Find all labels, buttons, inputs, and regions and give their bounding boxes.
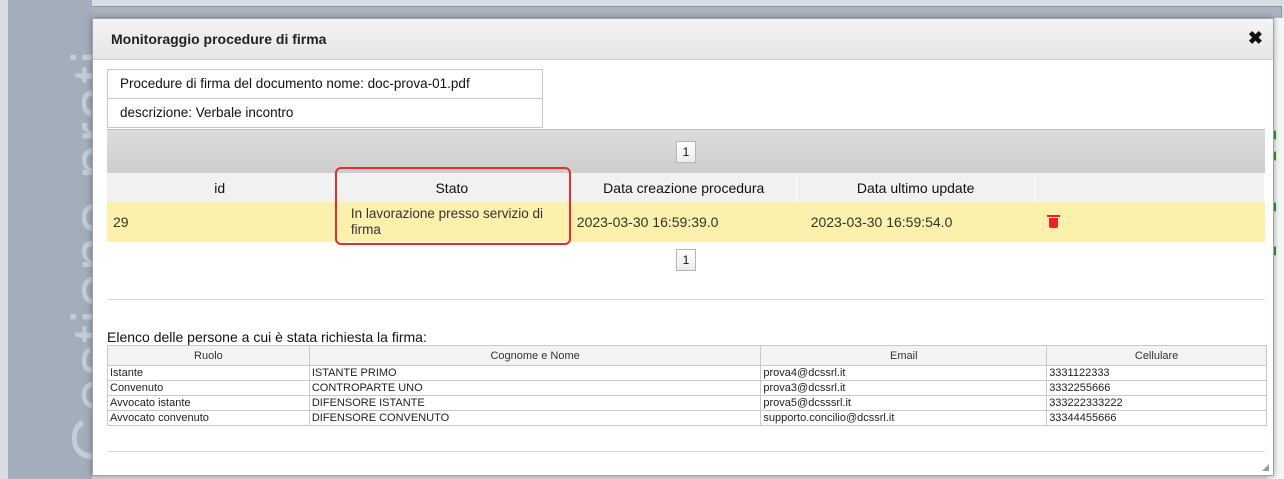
table-row[interactable]: Avvocato convenuto DIFENSORE CONVENUTO s… <box>107 410 1267 426</box>
cell-nome: CONTROPARTE UNO <box>308 380 762 396</box>
persons-table: Ruolo Cognome e Nome Email Cellulare Ist… <box>107 345 1267 426</box>
signature-monitoring-dialog: Monitoraggio procedure di firma ✖ Proced… <box>92 18 1274 476</box>
cell-ruolo: Avvocato convenuto <box>107 410 310 426</box>
cell-nome: DIFENSORE CONVENUTO <box>308 410 762 426</box>
column-header-ruolo[interactable]: Ruolo <box>107 345 310 366</box>
cell-cellulare: 333222333222 <box>1046 395 1267 411</box>
document-name-line: Procedure di firma del documento nome: d… <box>120 76 470 91</box>
cell-ruolo: Istante <box>107 365 310 381</box>
cell-actions <box>1034 202 1265 242</box>
cell-ruolo: Avvocato istante <box>107 395 310 411</box>
document-info-box: Procedure di firma del documento nome: d… <box>107 69 543 128</box>
cell-nome: DIFENSORE ISTANTE <box>308 395 762 411</box>
column-header-email[interactable]: Email <box>760 345 1048 366</box>
persons-header-row: Ruolo Cognome e Nome Email Cellulare <box>107 345 1267 366</box>
cell-ruolo: Convenuto <box>107 380 310 396</box>
dialog-title: Monitoraggio procedure di firma <box>111 31 327 47</box>
resize-handle-icon[interactable] <box>1262 464 1269 471</box>
column-header-nome[interactable]: Cognome e Nome <box>308 345 762 366</box>
table-row[interactable]: Avvocato istante DIFENSORE ISTANTE prova… <box>107 395 1267 411</box>
divider <box>107 451 1265 452</box>
column-header-id[interactable]: id <box>107 173 334 202</box>
persons-list-title: Elenco delle persone a cui è stata richi… <box>107 329 427 345</box>
column-header-actions <box>1034 173 1265 202</box>
cell-cellulare: 3332255666 <box>1046 380 1267 396</box>
background-watermark: Gestione prati <box>60 48 93 463</box>
column-header-stato[interactable]: Stato <box>332 173 572 202</box>
cell-nome: ISTANTE PRIMO <box>308 365 762 381</box>
dialog-titlebar[interactable]: Monitoraggio procedure di firma ✖ <box>93 19 1273 60</box>
cell-email: prova5@dcsssrl.it <box>760 395 1048 411</box>
cell-updated: 2023-03-30 16:59:54.0 <box>796 202 1035 242</box>
column-header-updated[interactable]: Data ultimo update <box>796 173 1036 202</box>
cell-email: prova4@dcssrl.it <box>760 365 1048 381</box>
column-header-cellulare[interactable]: Cellulare <box>1046 345 1267 366</box>
divider <box>107 299 1265 300</box>
table-row[interactable]: Istante ISTANTE PRIMO prova4@dcssrl.it 3… <box>107 365 1267 381</box>
procedures-table: id Stato Data creazione procedura Data u… <box>107 173 1265 242</box>
procedures-header-row: id Stato Data creazione procedura Data u… <box>107 173 1265 202</box>
cell-stato: In lavorazione presso servizio di firma <box>332 202 571 242</box>
table-row[interactable]: Convenuto CONTROPARTE UNO prova3@dcssrl.… <box>107 380 1267 396</box>
cell-id: 29 <box>107 202 333 242</box>
cell-created: 2023-03-30 16:59:39.0 <box>570 202 797 242</box>
page-button-1-bottom[interactable]: 1 <box>676 249 696 271</box>
trash-icon[interactable] <box>1046 215 1060 228</box>
pager-bar-top: 1 <box>107 129 1265 174</box>
cell-cellulare: 3331122333 <box>1046 365 1267 381</box>
column-header-created[interactable]: Data creazione procedura <box>570 173 798 202</box>
cell-email: prova3@dcssrl.it <box>760 380 1048 396</box>
background-panel: Gestione prati <box>8 0 92 479</box>
cell-cellulare: 33344455666 <box>1046 410 1267 426</box>
page-button-1[interactable]: 1 <box>676 141 696 163</box>
cell-email: supporto.concilio@dcssrl.it <box>760 410 1048 426</box>
table-row[interactable]: 29 In lavorazione presso servizio di fir… <box>107 202 1265 242</box>
document-description-line: descrizione: Verbale incontro <box>108 98 542 127</box>
close-icon[interactable]: ✖ <box>1248 28 1263 49</box>
